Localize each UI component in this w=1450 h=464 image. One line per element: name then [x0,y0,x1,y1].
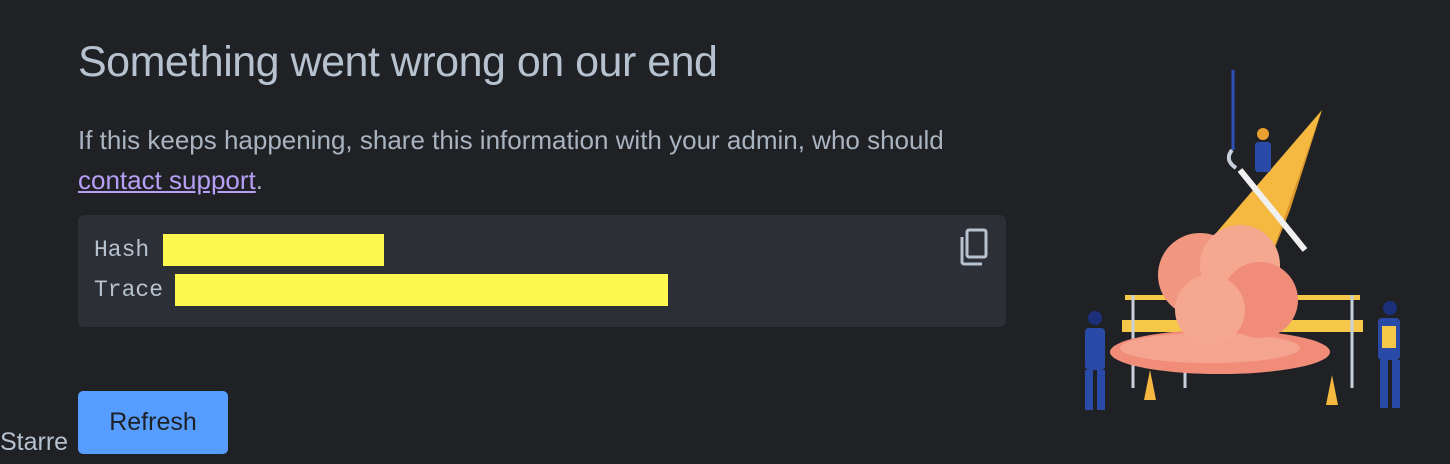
melted-ice-cream-illustration [1085,70,1400,410]
error-message: If this keeps happening, share this info… [78,120,998,200]
error-message-text: If this keeps happening, share this info… [78,125,944,155]
trace-label: Trace [94,277,164,303]
starred-nav-label[interactable]: Starre [0,428,68,457]
hash-value-redacted [163,234,385,266]
hash-label: Hash [94,237,150,263]
trace-value-redacted [175,274,669,306]
hash-row: Hash [94,234,385,266]
refresh-button[interactable]: Refresh [78,391,228,454]
trace-row: Trace [94,274,669,306]
copy-button[interactable] [956,227,992,267]
copy-icon [960,228,988,266]
error-message-period: . [255,165,264,195]
contact-support-link[interactable]: contact support [78,165,256,195]
error-details-box: Hash Trace [78,215,1006,327]
error-heading: Something went wrong on our end [78,38,718,86]
